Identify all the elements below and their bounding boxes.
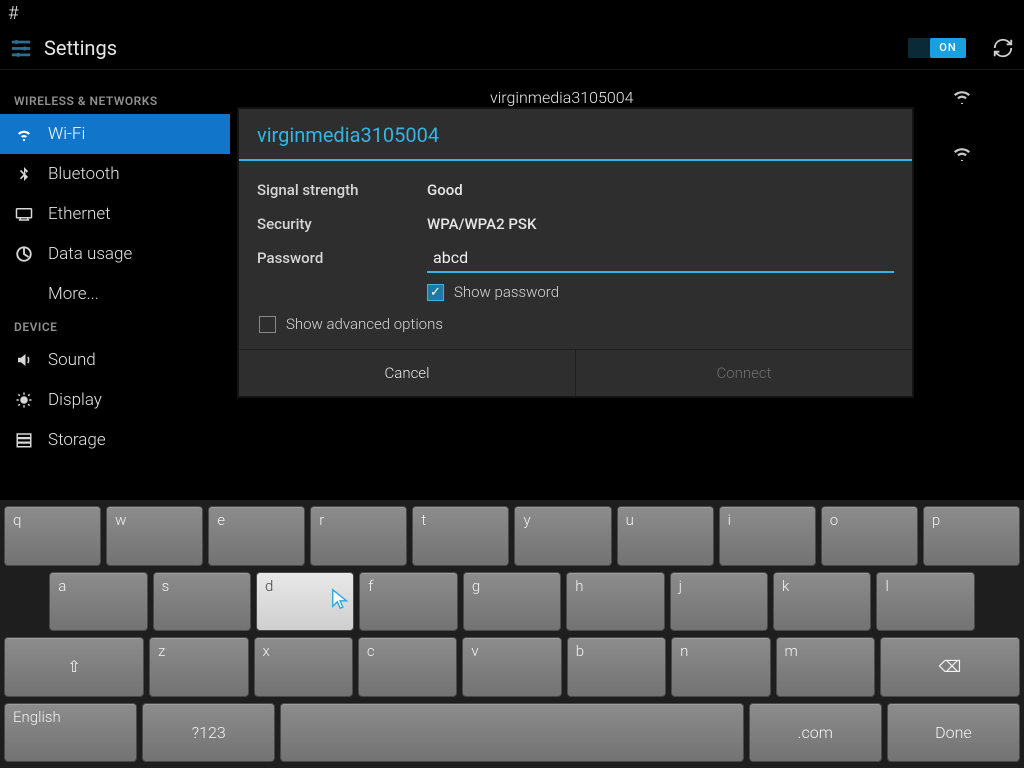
password-label: Password [257, 249, 427, 267]
dotcom-key[interactable]: .com [749, 703, 882, 763]
bluetooth-icon [14, 165, 34, 183]
key-x[interactable]: x [254, 637, 353, 697]
key-v[interactable]: v [462, 637, 561, 697]
ethernet-icon [14, 207, 34, 221]
backspace-icon: ⌫ [939, 657, 962, 676]
page-title: Settings [44, 36, 117, 60]
sidebar-item-label: More... [48, 284, 99, 304]
key-b[interactable]: b [567, 637, 666, 697]
space-key[interactable] [280, 703, 743, 763]
symbols-key[interactable]: ?123 [142, 703, 275, 763]
signal-strength-label: Signal strength [257, 181, 427, 199]
key-w[interactable]: w [106, 506, 203, 566]
keyboard-row-1: qwertyuiop [4, 506, 1020, 566]
key-n[interactable]: n [671, 637, 770, 697]
key-a[interactable]: a [49, 572, 147, 632]
key-o[interactable]: o [821, 506, 918, 566]
network-name: virginmedia3105004 [490, 88, 952, 107]
sidebar-item-label: Storage [48, 430, 106, 450]
key-k[interactable]: k [773, 572, 871, 632]
display-icon [14, 391, 34, 409]
checkbox-checked-icon: ✓ [427, 284, 444, 301]
data-usage-icon [14, 245, 34, 263]
sidebar-item-label: Ethernet [48, 204, 111, 224]
key-l[interactable]: l [876, 572, 974, 632]
wifi-signal-icon [952, 88, 974, 104]
key-d[interactable]: d [256, 572, 354, 632]
key-s[interactable]: s [153, 572, 251, 632]
sidebar-item-display[interactable]: Display [0, 380, 230, 420]
key-i[interactable]: i [719, 506, 816, 566]
shift-key[interactable]: ⇧ [4, 637, 144, 697]
show-password-checkbox[interactable]: ✓ Show password [427, 277, 559, 307]
show-advanced-checkbox[interactable]: Show advanced options [257, 309, 894, 339]
key-f[interactable]: f [359, 572, 457, 632]
settings-icon [8, 35, 34, 61]
show-advanced-label: Show advanced options [286, 315, 443, 333]
key-q[interactable]: q [4, 506, 101, 566]
show-password-label: Show password [454, 283, 559, 301]
key-r[interactable]: r [310, 506, 407, 566]
sidebar-item-sound[interactable]: Sound [0, 340, 230, 380]
dialog-title: virginmedia3105004 [239, 109, 912, 161]
security-label: Security [257, 215, 427, 233]
sidebar-item-storage[interactable]: Storage [0, 420, 230, 460]
wifi-icon [14, 125, 34, 143]
key-p[interactable]: p [923, 506, 1020, 566]
key-m[interactable]: m [776, 637, 875, 697]
sound-icon [14, 351, 34, 369]
sidebar-item-label: Sound [48, 350, 96, 370]
keyboard-row-2: asdfghjkl [4, 572, 1020, 632]
section-device-heading: DEVICE [0, 314, 230, 340]
password-input[interactable] [427, 244, 894, 273]
backspace-key[interactable]: ⌫ [880, 637, 1020, 697]
content-area: WIRELESS & NETWORKS Wi-Fi Bluetooth Ethe… [0, 70, 1024, 500]
key-y[interactable]: y [514, 506, 611, 566]
key-z[interactable]: z [149, 637, 248, 697]
done-key-label: Done [935, 723, 972, 742]
sidebar-item-label: Data usage [48, 244, 132, 264]
sidebar-item-wifi[interactable]: Wi-Fi [0, 114, 230, 154]
refresh-icon[interactable] [990, 35, 1016, 61]
shift-icon: ⇧ [67, 657, 80, 676]
wifi-connect-dialog: virginmedia3105004 Signal strength Good … [238, 108, 913, 397]
key-t[interactable]: t [412, 506, 509, 566]
keyboard-row-4: English ?123 .com Done [4, 703, 1020, 763]
checkbox-unchecked-icon [259, 316, 276, 333]
language-key[interactable]: English [4, 703, 137, 763]
sidebar-item-label: Bluetooth [48, 164, 120, 184]
settings-sidebar: WIRELESS & NETWORKS Wi-Fi Bluetooth Ethe… [0, 70, 230, 500]
key-e[interactable]: e [208, 506, 305, 566]
language-key-label: English [13, 708, 61, 726]
keyboard-row-3: ⇧ zxcvbnm ⌫ [4, 637, 1020, 697]
symbols-key-label: ?123 [192, 723, 226, 742]
sidebar-item-ethernet[interactable]: Ethernet [0, 194, 230, 234]
main-panel: virginmedia3105004 Secured with WPA/WPA2… [230, 70, 1024, 500]
app-header: Settings ON [0, 26, 1024, 70]
section-wireless-heading: WIRELESS & NETWORKS [0, 88, 230, 114]
sidebar-item-data-usage[interactable]: Data usage [0, 234, 230, 274]
key-j[interactable]: j [670, 572, 768, 632]
sidebar-item-label: Wi-Fi [48, 124, 85, 144]
key-u[interactable]: u [617, 506, 714, 566]
cancel-button[interactable]: Cancel [239, 350, 576, 396]
storage-icon [14, 431, 34, 449]
sidebar-item-bluetooth[interactable]: Bluetooth [0, 154, 230, 194]
root-indicator: # [8, 3, 18, 24]
wifi-master-toggle[interactable]: ON [908, 38, 966, 58]
sidebar-item-more[interactable]: More... [0, 274, 230, 314]
key-h[interactable]: h [566, 572, 664, 632]
key-g[interactable]: g [463, 572, 561, 632]
toggle-on-label: ON [930, 38, 966, 58]
dotcom-key-label: .com [798, 723, 833, 742]
security-value: WPA/WPA2 PSK [427, 215, 536, 233]
wifi-signal-icon [952, 145, 974, 161]
done-key[interactable]: Done [887, 703, 1020, 763]
signal-strength-value: Good [427, 181, 463, 199]
connect-button[interactable]: Connect [576, 350, 912, 396]
status-bar: # [0, 0, 1024, 26]
onscreen-keyboard: qwertyuiop asdfghjkl ⇧ zxcvbnm ⌫ English… [0, 500, 1024, 768]
key-c[interactable]: c [358, 637, 457, 697]
sidebar-item-label: Display [48, 390, 102, 410]
